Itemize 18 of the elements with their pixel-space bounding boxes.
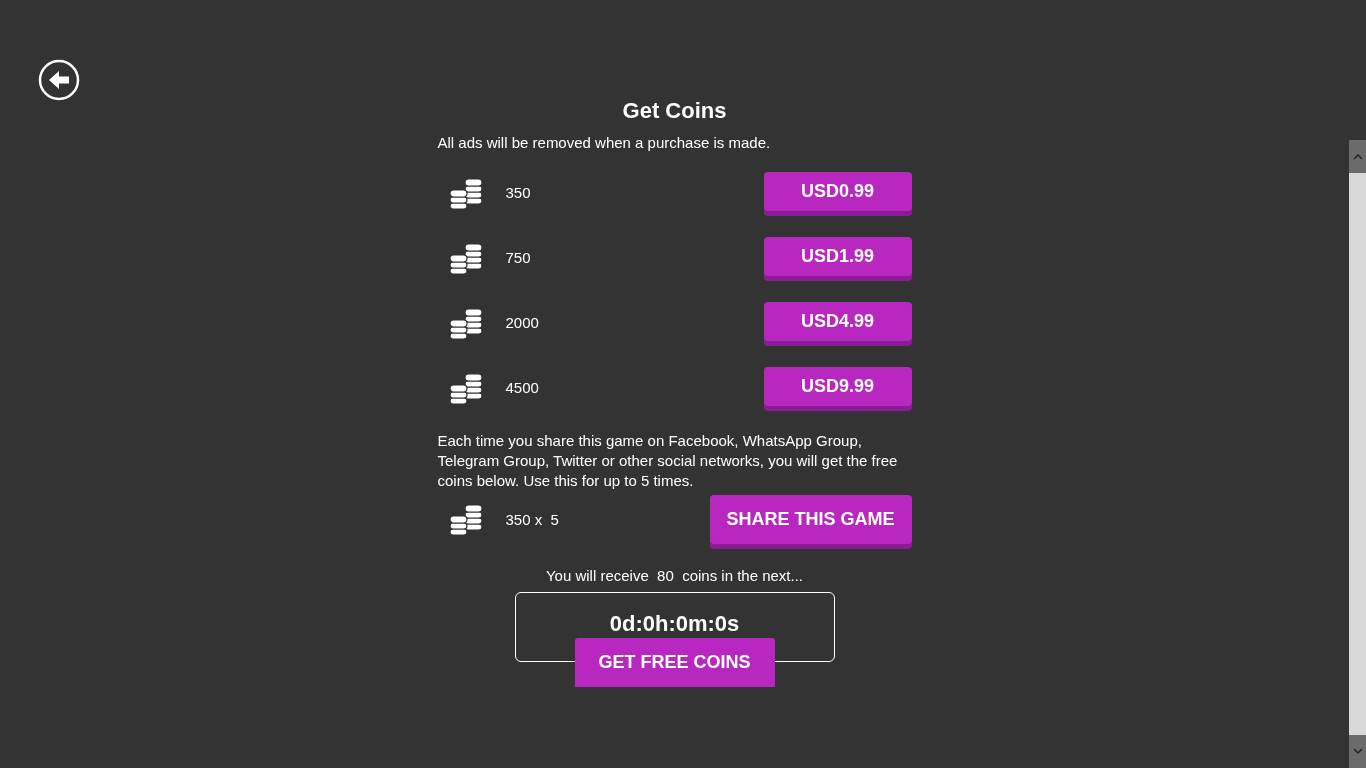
coin-stack-icon (448, 371, 483, 406)
share-info-text: Each time you share this game on Facebook, WhatsApp Group, Telegram Group, Twitter or other social networks, you will get the free coins below. Use this for up to 5 times. (437, 431, 899, 491)
coin-stack-icon (448, 176, 483, 211)
coin-stack-icon (448, 241, 483, 276)
scrollbar[interactable] (1349, 140, 1366, 768)
info-text: All ads will be removed when a purchase is made. (437, 133, 772, 153)
scroll-up-icon[interactable] (1349, 140, 1366, 173)
back-button[interactable] (38, 59, 80, 101)
coin-amount: 350 (505, 183, 532, 204)
coin-amount: 350 x 5 (505, 509, 560, 530)
coin-stack-icon (448, 503, 483, 537)
coin-amount: 2000 (505, 313, 540, 334)
coin-stack-icon (448, 306, 483, 341)
get-free-coins-button[interactable]: GET FREE COINS (574, 638, 775, 687)
page-title: Get Coins (621, 97, 728, 125)
coin-amount: 4500 (505, 378, 540, 399)
coin-amount: 750 (505, 248, 532, 269)
reward-info-text: You will receive 80 coins in the next... (544, 566, 805, 586)
